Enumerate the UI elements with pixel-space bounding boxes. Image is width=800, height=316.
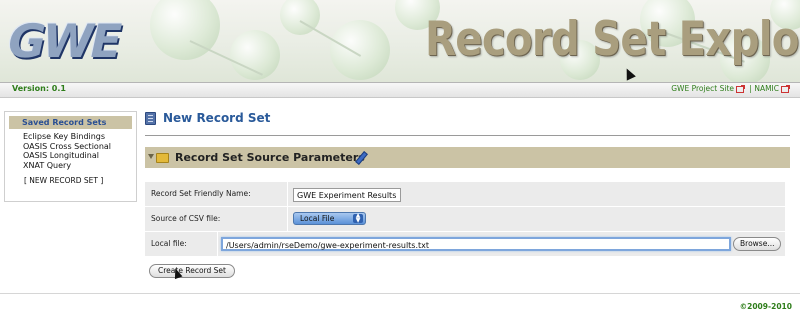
footer-divider [0, 293, 800, 294]
form-row-friendly-name: Record Set Friendly Name: GWE Experiment… [145, 182, 785, 206]
sidebar-item-eclipse-key-bindings[interactable]: Eclipse Key Bindings [5, 132, 136, 142]
section-header[interactable]: Record Set Source Parameters [145, 147, 790, 168]
version-label: Version: 0.1 [12, 84, 66, 93]
header-banner: GWE Record Set Explorer [0, 0, 800, 82]
browse-button[interactable]: Browse... [733, 237, 781, 251]
row-divider [287, 207, 288, 231]
title-divider [145, 135, 790, 136]
csv-source-select[interactable]: Local File ▲ ▼ [293, 212, 366, 225]
logo-text: GWE [2, 14, 125, 68]
collapse-toggle-icon[interactable] [148, 154, 154, 159]
local-file-path-input[interactable]: /Users/admin/rseDemo/gwe-experiment-resu… [221, 237, 731, 251]
status-bar: Version: 0.1 GWE Project Site | NAMIC [0, 82, 800, 98]
form-row-csv-source: Source of CSV file: Local File ▲ ▼ [145, 207, 785, 231]
folder-icon [156, 153, 169, 163]
page-title: New Record Set [163, 111, 271, 125]
row-divider [217, 232, 218, 256]
sidebar-item-xnat-query[interactable]: XNAT Query [5, 161, 136, 171]
row-divider [287, 182, 288, 206]
link-separator: | [749, 84, 752, 93]
external-link-icon [736, 84, 746, 93]
section-title: Record Set Source Parameters [175, 151, 365, 164]
gwe-project-site-link[interactable]: GWE Project Site [671, 84, 734, 93]
decorative-bubble [330, 20, 390, 80]
select-arrows-icon: ▲ ▼ [353, 213, 363, 223]
csv-source-selected-value: Local File [300, 214, 335, 223]
app-title: Record Set Explorer [425, 12, 800, 67]
top-links: GWE Project Site | NAMIC [671, 84, 792, 93]
local-file-label: Local file: [151, 239, 187, 248]
copyright-text: ©2009-2010 [739, 302, 792, 311]
sidebar-heading: Saved Record Sets [9, 116, 132, 129]
new-record-set-link[interactable]: [ NEW RECORD SET ] [5, 176, 136, 185]
csv-source-label: Source of CSV file: [151, 214, 221, 223]
external-link-icon [781, 84, 790, 93]
mouse-cursor-icon [622, 66, 636, 81]
friendly-name-input[interactable]: GWE Experiment Results [293, 188, 401, 202]
gwe-logo[interactable]: GWE [2, 12, 132, 70]
namic-link[interactable]: NAMIC [754, 84, 779, 93]
document-icon [145, 112, 156, 125]
friendly-name-label: Record Set Friendly Name: [151, 189, 251, 198]
form-row-local-file: Local file: /Users/admin/rseDemo/gwe-exp… [145, 232, 785, 256]
create-record-set-button[interactable]: Create Record Set [149, 264, 235, 278]
sidebar-item-oasis-cross-sectional[interactable]: OASIS Cross Sectional [5, 142, 136, 152]
sidebar-item-oasis-longitudinal[interactable]: OASIS Longitudinal [5, 151, 136, 161]
saved-record-sets-panel: Saved Record Sets Eclipse Key Bindings O… [4, 111, 137, 202]
